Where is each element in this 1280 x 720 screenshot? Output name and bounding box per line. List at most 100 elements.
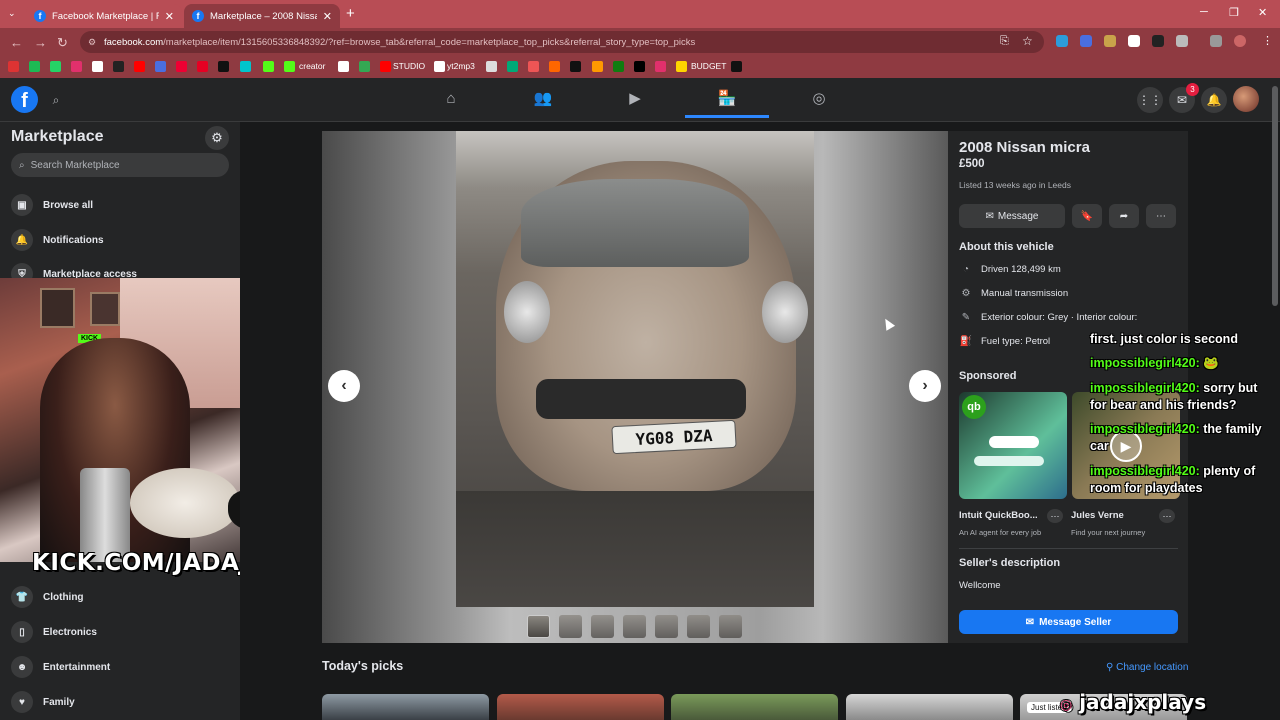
bookmark-icon[interactable]	[486, 61, 497, 72]
message-seller-button[interactable]: ✉ Message Seller	[959, 610, 1178, 634]
ad-options-icon[interactable]: ⋯	[1159, 509, 1175, 523]
bookmark-icon[interactable]	[570, 61, 581, 72]
photo-thumbnail[interactable]	[719, 615, 742, 638]
sidebar-item-clothing[interactable]: 👕 Clothing	[11, 585, 84, 609]
bookmark-icon[interactable]	[29, 61, 40, 72]
bookmark-icon[interactable]	[218, 61, 229, 72]
facebook-logo[interactable]: f	[11, 86, 38, 113]
menu-grid-icon[interactable]: ⋮⋮	[1137, 87, 1163, 113]
photo-thumbnail[interactable]	[559, 615, 582, 638]
chrome-menu-icon[interactable]: ⋮	[1262, 34, 1273, 47]
bookmark-icon[interactable]	[50, 61, 61, 72]
extension-icon[interactable]	[1056, 35, 1068, 47]
sidebar-item-electronics[interactable]: ▯ Electronics	[11, 620, 97, 644]
bookmark-icon[interactable]	[263, 61, 274, 72]
bookmark-budget[interactable]: BUDGET	[691, 61, 726, 71]
address-bar[interactable]: ⚙ facebook.com/marketplace/item/13156053…	[80, 31, 1044, 53]
pick-card[interactable]	[497, 694, 664, 720]
creator-bookmark-icon[interactable]	[284, 61, 295, 72]
bookmark-icon[interactable]	[134, 61, 145, 72]
profile-avatar[interactable]	[1233, 86, 1259, 112]
video-icon[interactable]: ▶	[623, 86, 647, 110]
close-window-icon[interactable]: ✕	[1258, 6, 1267, 19]
ad-options-icon[interactable]: ⋯	[1047, 509, 1063, 523]
sidebar-item-entertainment[interactable]: ☻ Entertainment	[11, 655, 110, 679]
site-info-icon[interactable]: ⚙	[88, 37, 96, 48]
bookmark-creator[interactable]: creator	[299, 61, 325, 71]
photo-thumbnail[interactable]	[591, 615, 614, 638]
extension-icon[interactable]	[1104, 35, 1116, 47]
photo-thumbnail[interactable]	[527, 615, 550, 638]
bookmark-icon[interactable]	[507, 61, 518, 72]
pick-card[interactable]	[322, 694, 489, 720]
budget-bookmark-icon[interactable]	[676, 61, 687, 72]
bookmark-icon[interactable]	[176, 61, 187, 72]
studio-bookmark-icon[interactable]	[380, 61, 391, 72]
bookmark-studio[interactable]: STUDIO	[393, 61, 425, 71]
bookmark-icon[interactable]	[240, 61, 251, 72]
puzzle-icon[interactable]	[1176, 35, 1188, 47]
tab-search-icon[interactable]: ⌄	[8, 8, 16, 19]
bookmark-icon[interactable]	[549, 61, 560, 72]
forward-icon[interactable]: →	[34, 35, 47, 50]
sponsored-title[interactable]: Intuit QuickBoo...	[959, 510, 1038, 521]
sponsored-ad-quickbooks[interactable]: qb	[959, 392, 1067, 499]
profile-icon[interactable]	[1234, 35, 1246, 47]
marketplace-search-input[interactable]: ⌕ Search Marketplace	[11, 153, 229, 177]
pick-card[interactable]	[846, 694, 1013, 720]
bookmark-star-icon[interactable]: ☆	[1022, 34, 1033, 48]
friends-icon[interactable]: 👥	[531, 86, 555, 110]
reload-icon[interactable]: ↻	[57, 35, 68, 51]
bookmark-icon[interactable]	[731, 61, 742, 72]
groups-icon[interactable]: ◎	[807, 86, 831, 110]
marketplace-icon[interactable]: 🏪	[715, 86, 739, 110]
home-icon[interactable]: ⌂	[439, 86, 463, 110]
close-tab-icon[interactable]: ✕	[323, 10, 332, 23]
sidebar-item-family[interactable]: ♥ Family	[11, 690, 75, 714]
sidebar-item-browse-all[interactable]: ▣ Browse all	[11, 193, 93, 217]
previous-photo-button[interactable]: ‹	[328, 370, 360, 402]
bookmark-icon[interactable]	[113, 61, 124, 72]
sponsored-title[interactable]: Jules Verne	[1071, 510, 1124, 521]
minimize-icon[interactable]: ─	[1200, 6, 1208, 18]
close-tab-icon[interactable]: ✕	[165, 10, 174, 23]
search-icon[interactable]: ⌕	[44, 89, 68, 111]
bookmark-yt2mp3[interactable]: yt2mp3	[447, 61, 475, 71]
bookmark-icon[interactable]	[434, 61, 445, 72]
browser-tab-marketplace[interactable]: f Facebook Marketplace | Facebook ✕	[26, 4, 182, 28]
share-icon[interactable]: ➦	[1109, 204, 1139, 228]
bookmark-icon[interactable]	[92, 61, 103, 72]
media-icon[interactable]	[1210, 35, 1222, 47]
pick-card[interactable]	[671, 694, 838, 720]
photo-thumbnail[interactable]	[623, 615, 646, 638]
sidebar-item-notifications[interactable]: 🔔 Notifications	[11, 228, 104, 252]
settings-gear-icon[interactable]: ⚙	[205, 126, 229, 150]
restore-icon[interactable]: ❐	[1229, 6, 1239, 19]
back-icon[interactable]: ←	[10, 35, 23, 50]
bookmark-icon[interactable]	[8, 61, 19, 72]
bookmark-icon[interactable]	[197, 61, 208, 72]
bookmark-icon[interactable]	[634, 61, 645, 72]
bookmark-icon[interactable]	[592, 61, 603, 72]
page-scrollbar[interactable]	[1272, 86, 1278, 306]
message-button[interactable]: ✉ Message	[959, 204, 1065, 228]
install-icon[interactable]: ⎘	[1000, 35, 1009, 48]
bookmark-icon[interactable]	[359, 61, 370, 72]
photo-thumbnail[interactable]	[687, 615, 710, 638]
bookmark-icon[interactable]	[155, 61, 166, 72]
extension-icon[interactable]	[1128, 35, 1140, 47]
notifications-bell-icon[interactable]: 🔔	[1201, 87, 1227, 113]
bookmark-icon[interactable]	[528, 61, 539, 72]
more-options-icon[interactable]: ⋯	[1146, 204, 1176, 228]
bookmark-icon[interactable]	[71, 61, 82, 72]
listing-photo[interactable]: YG08 DZA	[456, 131, 814, 607]
browser-tab-listing[interactable]: f Marketplace – 2008 Nissan Micra ✕	[184, 4, 340, 28]
next-photo-button[interactable]: ›	[909, 370, 941, 402]
bookmark-icon[interactable]	[655, 61, 666, 72]
bookmark-icon[interactable]	[338, 61, 349, 72]
new-tab-button[interactable]: +	[346, 5, 355, 22]
extension-icon[interactable]	[1080, 35, 1092, 47]
change-location-link[interactable]: ⚲ Change location	[1106, 662, 1188, 673]
extension-icon[interactable]	[1152, 35, 1164, 47]
save-bookmark-icon[interactable]: 🔖	[1072, 204, 1102, 228]
